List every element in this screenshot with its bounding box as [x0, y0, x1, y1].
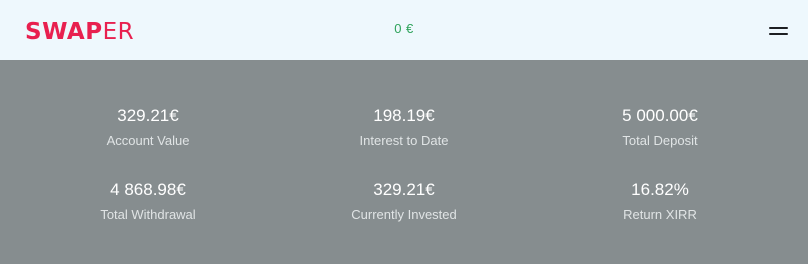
stat-interest-to-date: 198.19€ Interest to Date: [276, 104, 532, 149]
account-balance: 0 €: [394, 21, 414, 36]
stat-label: Interest to Date: [359, 133, 449, 148]
stat-label: Currently Invested: [351, 207, 457, 222]
stat-value: 329.21€: [117, 106, 179, 125]
menu-line-bottom: [769, 33, 788, 35]
stat-total-withdrawal: 4 868.98€ Total Withdrawal: [20, 178, 276, 223]
stat-label: Account Value: [106, 133, 190, 148]
stat-total-deposit: 5 000.00€ Total Deposit: [532, 104, 788, 149]
stat-account-value: 329.21€ Account Value: [20, 104, 276, 149]
menu-line-top: [769, 27, 788, 29]
stat-value: 4 868.98€: [110, 180, 186, 199]
stat-value: 329.21€: [373, 180, 435, 199]
top-navigation-bar: SWAPER 0 €: [0, 0, 808, 60]
stat-value: 198.19€: [373, 106, 435, 125]
stat-value: 16.82%: [631, 180, 689, 199]
stat-currently-invested: 329.21€ Currently Invested: [276, 178, 532, 223]
stat-label: Total Deposit: [622, 133, 698, 148]
stat-return-xirr: 16.82% Return XIRR: [532, 178, 788, 223]
stat-label: Return XIRR: [623, 207, 697, 222]
stat-label: Total Withdrawal: [100, 207, 196, 222]
stat-value: 5 000.00€: [622, 106, 698, 125]
hamburger-menu-icon[interactable]: [769, 26, 788, 36]
